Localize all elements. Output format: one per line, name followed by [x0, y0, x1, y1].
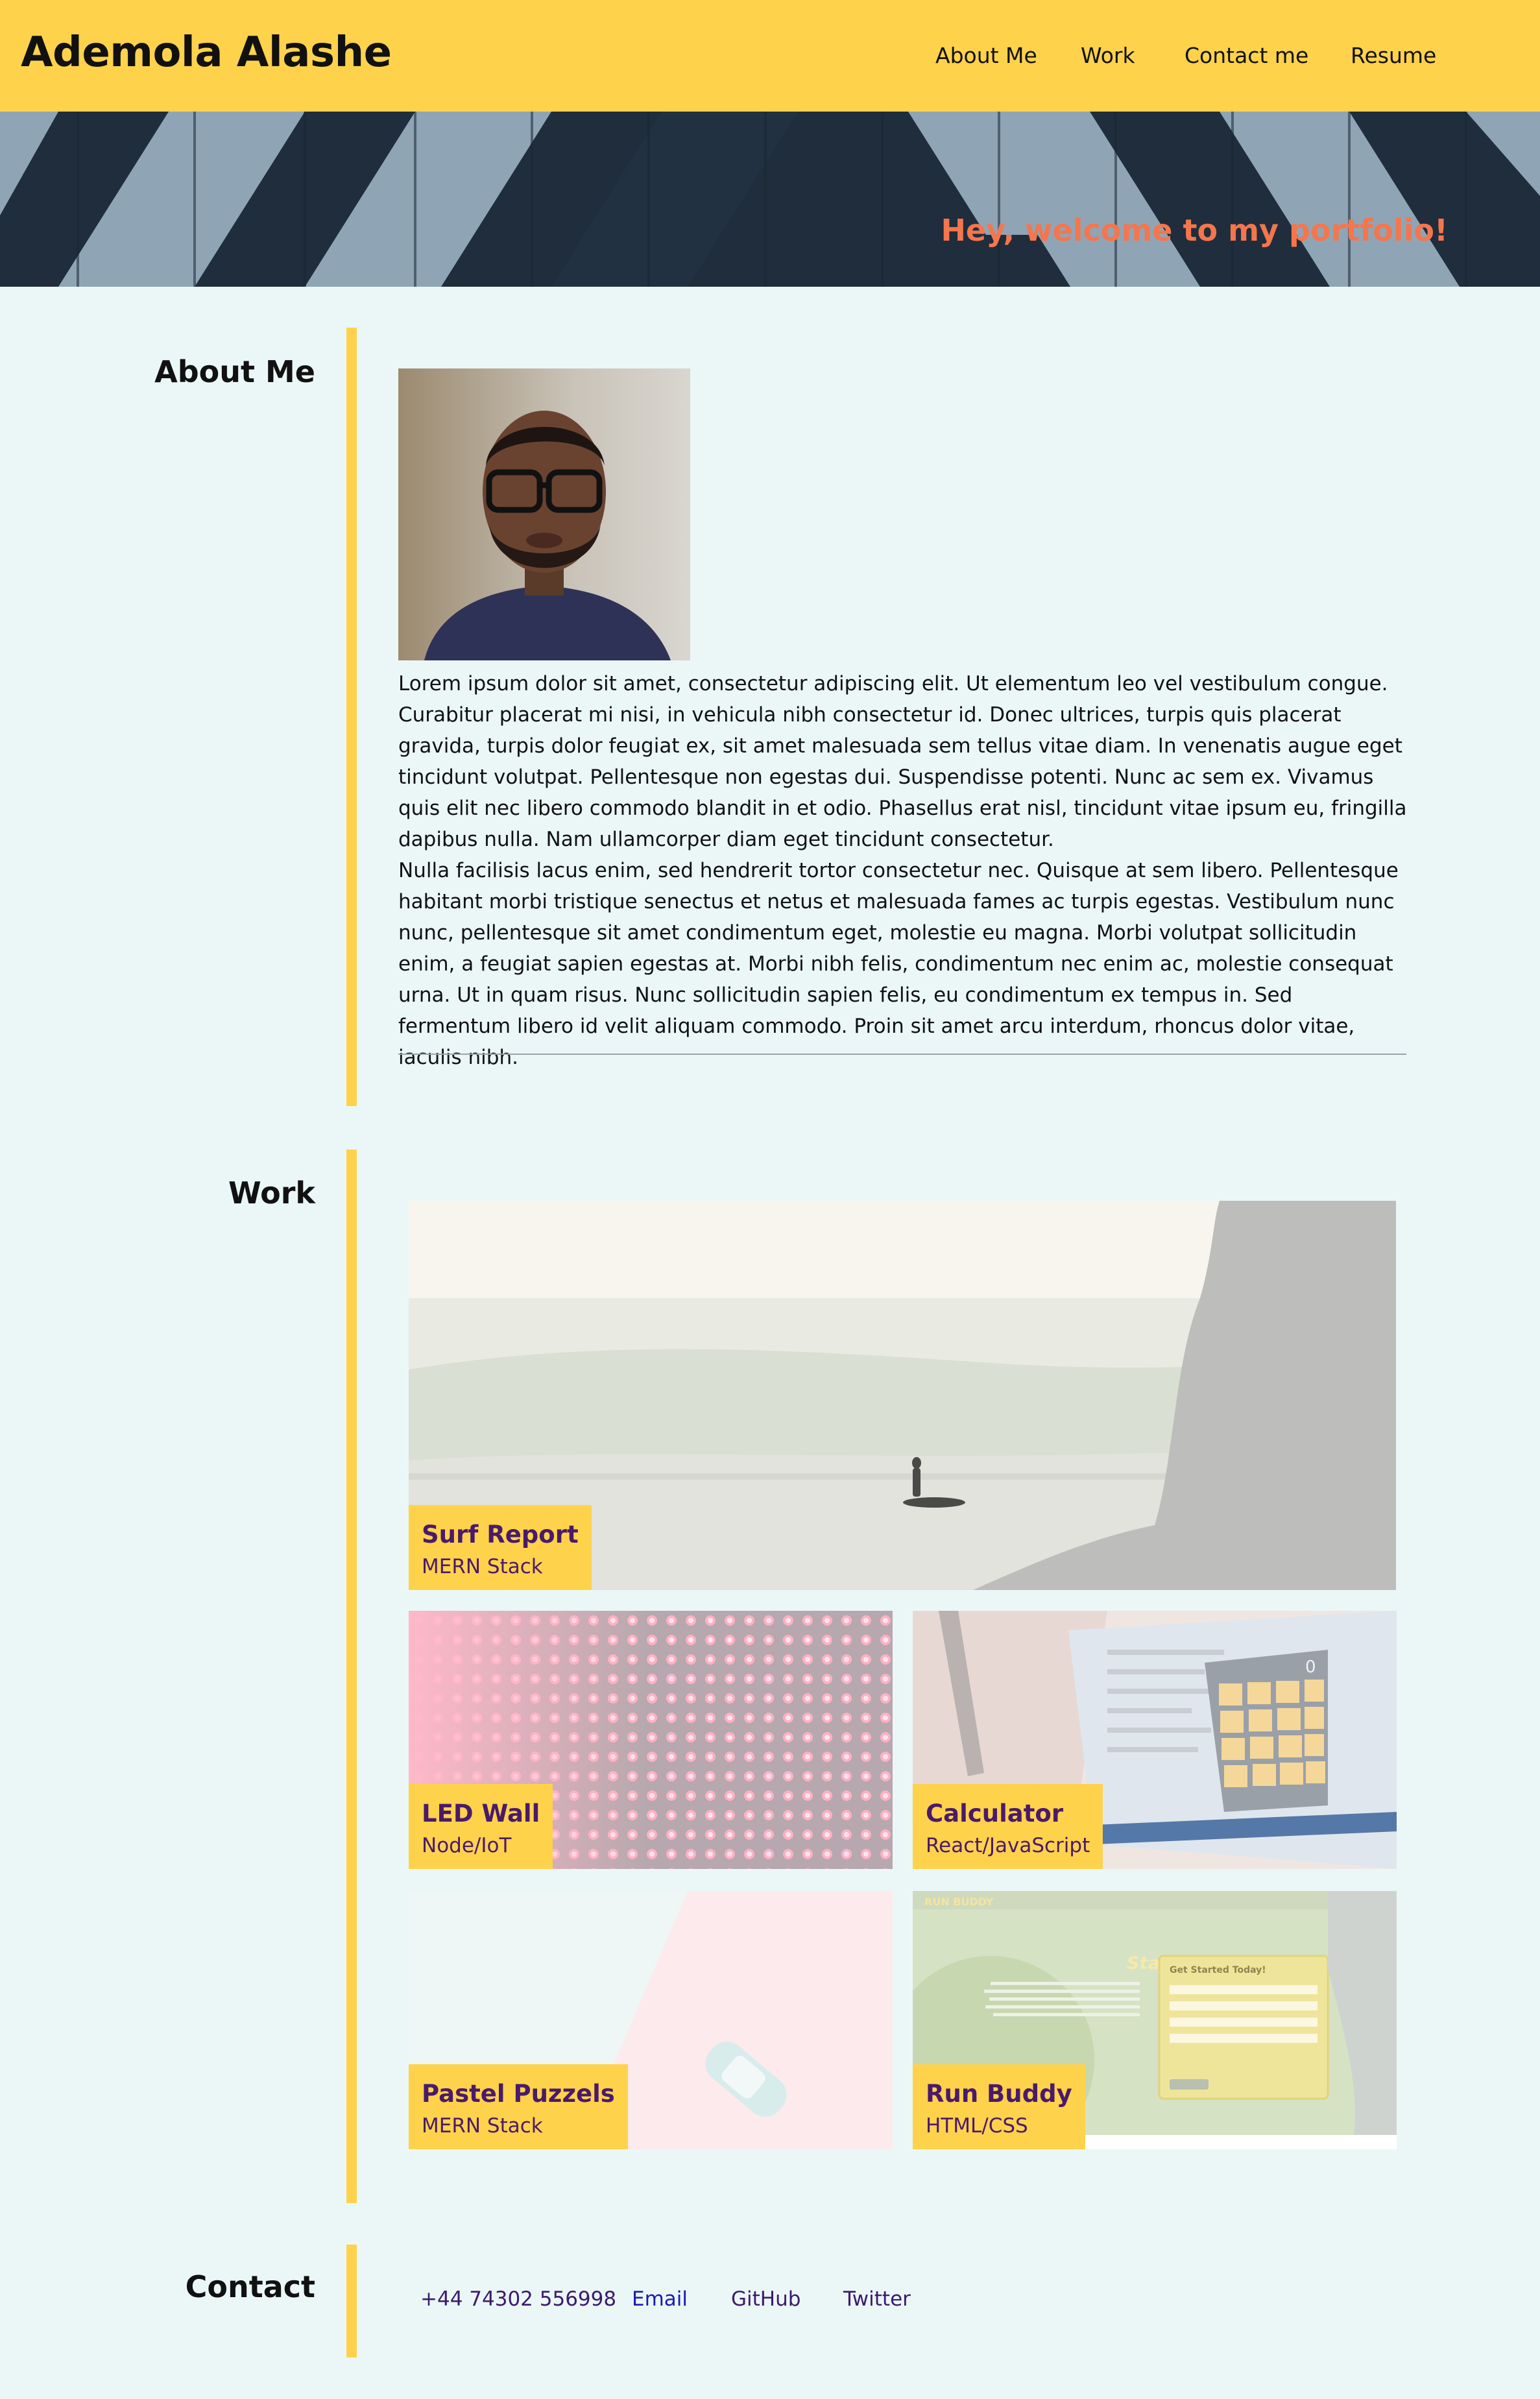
- project-stack: MERN Stack: [422, 1555, 543, 1578]
- site-title[interactable]: Ademola Alashe: [21, 29, 392, 77]
- hero-tagline: Hey, welcome to my portfolio!: [941, 213, 1448, 248]
- project-title: Surf Report: [422, 1521, 579, 1549]
- contact-twitter-link[interactable]: Twitter: [843, 2287, 911, 2311]
- nav-link-about[interactable]: About Me: [935, 43, 1037, 68]
- project-title: LED Wall: [422, 1800, 540, 1827]
- contact-phone-link[interactable]: +44 74302 556998: [420, 2287, 616, 2311]
- surf-report-label: Surf Report MERN Stack: [409, 1505, 592, 1590]
- about-divider: [398, 1054, 1406, 1055]
- run-buddy-form-title: Get Started Today!: [1170, 1965, 1266, 1975]
- calculator-display: 0: [1305, 1658, 1316, 1677]
- contact-github-link[interactable]: GitHub: [731, 2287, 800, 2311]
- hero-background-image: [0, 112, 1540, 287]
- contact-email-link[interactable]: Email: [632, 2287, 688, 2311]
- project-stack: HTML/CSS: [926, 2114, 1028, 2138]
- about-accent-bar: [346, 328, 357, 1106]
- project-title: Calculator: [926, 1800, 1064, 1827]
- run-buddy-brand: RUN BUDDY: [924, 1896, 994, 1908]
- work-accent-bar: [346, 1150, 357, 2203]
- led-wall-label: LED Wall Node/IoT: [409, 1784, 553, 1869]
- contact-heading: Contact: [185, 2269, 315, 2304]
- project-title: Run Buddy: [926, 2080, 1072, 2108]
- about-heading: About Me: [154, 354, 315, 389]
- about-paragraph-1: Lorem ipsum dolor sit amet, consectetur …: [398, 672, 1407, 851]
- nav-link-work[interactable]: Work: [1081, 43, 1135, 68]
- hero-banner: Hey, welcome to my portfolio!: [0, 112, 1540, 287]
- about-paragraph-2: Nulla facilisis lacus enim, sed hendreri…: [398, 859, 1399, 1069]
- pastel-puzzels-label: Pastel Puzzels MERN Stack: [409, 2064, 628, 2149]
- project-card-surf-report[interactable]: Surf Report MERN Stack: [409, 1201, 1396, 1590]
- project-card-calculator[interactable]: 0 Calculator React/JavaScript: [913, 1611, 1397, 1869]
- run-buddy-label: Run Buddy HTML/CSS: [913, 2064, 1085, 2149]
- project-card-run-buddy[interactable]: RUN BUDDY Start Building Habits. Get Sta…: [913, 1891, 1397, 2149]
- project-title: Pastel Puzzels: [422, 2080, 615, 2108]
- calculator-label: Calculator React/JavaScript: [913, 1784, 1103, 1869]
- nav-link-contact[interactable]: Contact me: [1185, 43, 1308, 68]
- site-header: Ademola Alashe About Me Work Contact me …: [0, 0, 1540, 112]
- nav-link-resume[interactable]: Resume: [1351, 43, 1436, 68]
- work-heading: Work: [228, 1175, 315, 1211]
- project-stack: React/JavaScript: [926, 1834, 1090, 1857]
- project-stack: MERN Stack: [422, 2114, 543, 2138]
- project-stack: Node/IoT: [422, 1834, 512, 1857]
- profile-photo: [398, 368, 690, 660]
- project-card-pastel-puzzels[interactable]: Pastel Puzzels MERN Stack: [409, 1891, 893, 2149]
- about-bio: Lorem ipsum dolor sit amet, consectetur …: [398, 668, 1410, 1073]
- project-card-led-wall[interactable]: LED Wall Node/IoT: [409, 1611, 893, 1869]
- contact-accent-bar: [346, 2245, 357, 2357]
